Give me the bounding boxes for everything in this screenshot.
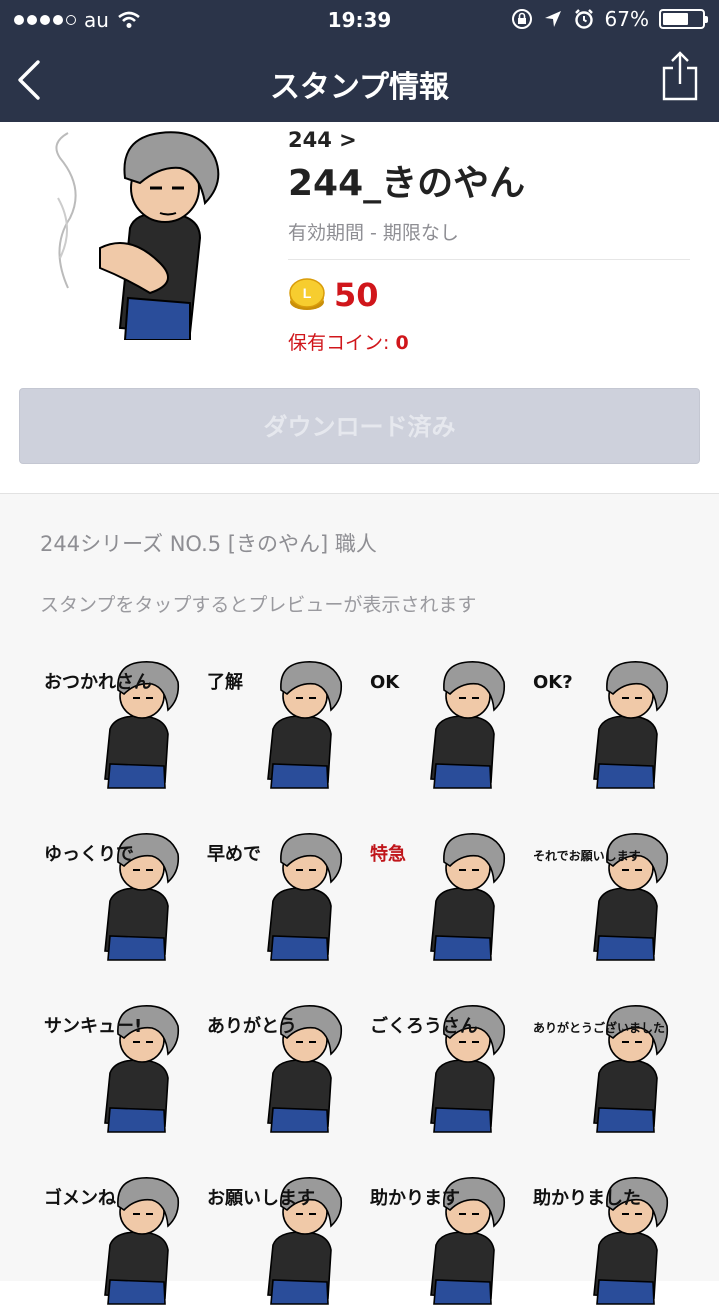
sticker-item[interactable]: 了解 [203,654,353,794]
sticker-caption: ありがとう [207,1015,297,1037]
coin-icon: L [289,278,325,310]
sticker-item[interactable]: 助かりました [529,1170,679,1310]
sticker-caption: サンキュー! [44,1016,142,1037]
sticker-caption: ありがとうございました [533,1020,665,1035]
sticker-image: おつかれさん [44,661,180,789]
sticker-image: ごくろうさん [370,1005,506,1133]
sticker-item[interactable]: ありがとうございました [529,998,679,1138]
sticker-caption: 助かりました [533,1187,641,1209]
main-sticker-image [55,131,220,340]
sticker-item[interactable]: ごくろうさん [366,998,516,1138]
sticker-caption: OK [370,672,400,693]
sticker-image: 特急 [370,833,506,961]
sticker-item[interactable]: 早めで [203,826,353,966]
preview-hint: スタンプをタップするとプレビューが表示されます [40,594,477,616]
author-link[interactable]: 244 > [288,128,690,152]
sticker-header: 244 > 244_きのやん 有効期間 - 期限なし L 50 保有コイン: 0… [0,122,719,492]
page-title: スタンプ情報 [269,70,450,105]
sticker-image: 助かりました [533,1177,669,1305]
sticker-item[interactable]: それでお願いします [529,826,679,966]
sticker-caption: 助かります [370,1187,460,1209]
sticker-caption: 特急 [370,843,406,865]
location-arrow-icon [544,11,561,27]
sticker-image: ゆっくりで [44,833,180,961]
price-value: 50 [334,276,379,314]
sticker-caption: OK? [533,672,573,693]
battery-icon [659,9,708,29]
sticker-image: サンキュー! [44,1005,180,1133]
sticker-item[interactable]: おつかれさん [40,654,190,794]
sticker-caption: ゴメンね [44,1187,116,1209]
sticker-info: 244 > 244_きのやん 有効期間 - 期限なし L 50 保有コイン: 0 [288,128,690,355]
sticker-name: 244_きのやん [288,163,526,204]
status-bar: au 19:39 67% [0,0,719,40]
sticker-detail-section: 244シリーズ NO.5 [きのやん] 職人 スタンプをタップするとプレビューが… [0,493,719,1305]
alarm-icon [574,9,593,29]
owned-coins-label: 保有コイン: [288,332,396,354]
sticker-item[interactable]: ありがとう [203,998,353,1138]
sticker-image: ありがとう [207,1005,343,1133]
sticker-image: ゴメンね [44,1177,180,1305]
svg-text:L: L [303,285,312,301]
top-bar: au 19:39 67% スタンプ情報 [0,0,719,122]
sticker-item[interactable]: お願いします [203,1170,353,1310]
nav-bar: スタンプ情報 [0,40,719,122]
sticker-image: それでお願いします [533,833,669,961]
sticker-image: OK [370,661,506,789]
sticker-caption: 了解 [207,671,243,693]
price-row: L 50 [288,276,690,314]
sticker-caption: ゆっくりで [44,844,134,865]
sticker-image: お願いします [207,1177,343,1305]
sticker-caption: おつかれさん [44,672,152,693]
sticker-caption: ごくろうさん [370,1015,478,1037]
sticker-image: 早めで [207,833,343,961]
series-description: 244シリーズ NO.5 [きのやん] 職人 [40,532,377,556]
sticker-caption: 早めで [207,844,261,865]
share-icon[interactable] [661,50,699,102]
sticker-caption: それでお願いします [533,849,641,863]
sticker-item[interactable]: OK [366,654,516,794]
sticker-image: 助かります [370,1177,506,1305]
rotation-lock-icon [511,9,532,29]
sticker-image: 了解 [207,661,343,789]
validity-text: 有効期間 - 期限なし [288,218,690,260]
owned-coins: 保有コイン: 0 [288,328,690,355]
owned-coins-value: 0 [395,332,409,354]
sticker-item[interactable]: ゴメンね [40,1170,190,1310]
sticker-item[interactable]: サンキュー! [40,998,190,1138]
sticker-item[interactable]: 助かります [366,1170,516,1310]
sticker-image: ありがとうございました [533,1005,669,1133]
sticker-caption: お願いします [207,1188,315,1209]
sticker-item[interactable]: ゆっくりで [40,826,190,966]
sticker-item[interactable]: OK? [529,654,679,794]
battery-percent: 67% [604,7,649,31]
sticker-item[interactable]: 特急 [366,826,516,966]
sticker-image: OK? [533,661,669,789]
download-button[interactable]: ダウンロード済み [19,388,700,464]
